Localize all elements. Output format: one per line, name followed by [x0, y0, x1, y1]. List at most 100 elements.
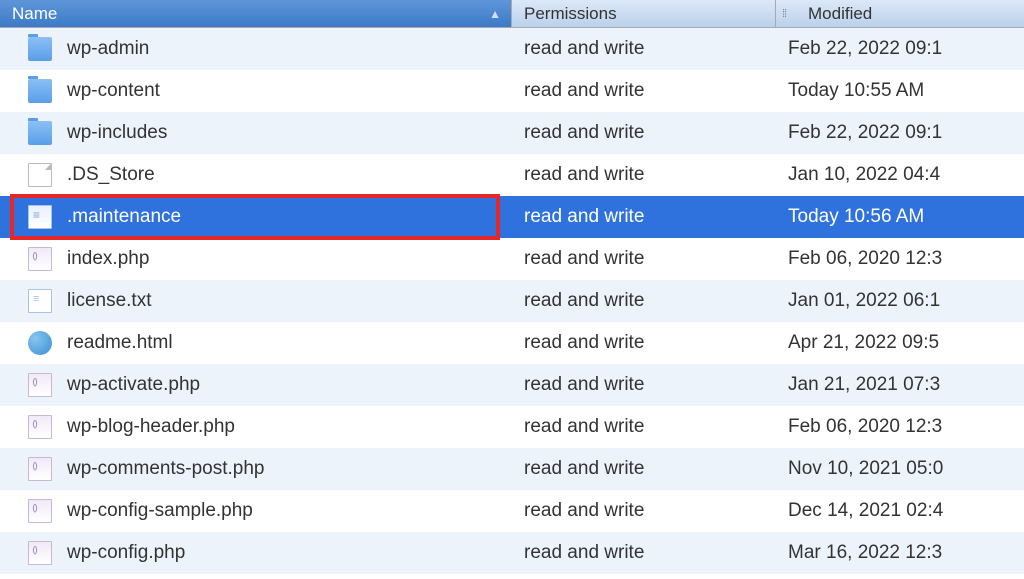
column-grip-icon: ⁞⁞ — [782, 8, 786, 20]
file-modified-cell: Jan 01, 2022 06:1 — [776, 280, 1024, 322]
file-name-label: .maintenance — [67, 206, 181, 228]
file-name-label: wp-config-sample.php — [67, 500, 253, 522]
file-name-cell: wp-activate.php — [0, 364, 512, 406]
file-name-cell: index.php — [0, 238, 512, 280]
file-permissions-cell: read and write — [512, 406, 776, 448]
file-permissions-label: read and write — [524, 248, 644, 270]
file-php-icon — [28, 499, 52, 523]
file-modified-label: Feb 06, 2020 12:3 — [788, 248, 942, 270]
file-name-label: index.php — [67, 248, 149, 270]
file-permissions-cell: read and write — [512, 28, 776, 70]
file-row[interactable]: .maintenance read and write Today 10:56 AM — [0, 196, 1024, 238]
file-row[interactable]: .DS_Store read and write Jan 10, 2022 04:4 — [0, 154, 1024, 196]
file-permissions-cell: read and write — [512, 532, 776, 574]
file-name-label: wp-admin — [67, 38, 149, 60]
folder-icon — [28, 37, 52, 61]
file-modified-label: Jan 10, 2022 04:4 — [788, 164, 940, 186]
file-name-cell: wp-comments-post.php — [0, 448, 512, 490]
file-name-label: wp-comments-post.php — [67, 458, 264, 480]
file-row[interactable]: wp-activate.php read and write Jan 21, 202… — [0, 364, 1024, 406]
file-generic-icon — [28, 163, 52, 187]
file-modified-label: Feb 22, 2022 09:1 — [788, 122, 942, 144]
file-permissions-label: read and write — [524, 164, 644, 186]
file-name-cell: wp-admin — [0, 28, 512, 70]
file-modified-cell: Mar 16, 2022 12:3 — [776, 532, 1024, 574]
column-header-name-label: Name — [12, 4, 57, 24]
file-name-label: license.txt — [67, 290, 151, 312]
file-modified-label: Feb 22, 2022 09:1 — [788, 38, 942, 60]
file-name-label: wp-includes — [67, 122, 167, 144]
file-permissions-label: read and write — [524, 38, 644, 60]
file-permissions-label: read and write — [524, 416, 644, 438]
file-name-cell: wp-includes — [0, 112, 512, 154]
file-name-label: wp-content — [67, 80, 160, 102]
file-permissions-label: read and write — [524, 80, 644, 102]
file-modified-label: Mar 16, 2022 12:3 — [788, 542, 942, 564]
file-row[interactable]: license.txt read and write Jan 01, 2022 06… — [0, 280, 1024, 322]
file-row[interactable]: wp-config-sample.php read and write Dec 14… — [0, 490, 1024, 532]
file-php-icon — [28, 457, 52, 481]
file-name-cell: license.txt — [0, 280, 512, 322]
file-modified-cell: Feb 22, 2022 09:1 — [776, 28, 1024, 70]
file-php-icon — [28, 415, 52, 439]
file-modified-cell: Jan 10, 2022 04:4 — [776, 154, 1024, 196]
file-row[interactable]: wp-includes read and write Feb 22, 2022 09… — [0, 112, 1024, 154]
file-modified-label: Jan 21, 2021 07:3 — [788, 374, 940, 396]
file-permissions-cell: read and write — [512, 322, 776, 364]
file-permissions-label: read and write — [524, 500, 644, 522]
file-php-icon — [28, 247, 52, 271]
folder-icon — [28, 79, 52, 103]
file-permissions-cell: read and write — [512, 70, 776, 112]
file-name-label: .DS_Store — [67, 164, 155, 186]
file-modified-label: Today 10:55 AM — [788, 80, 924, 102]
file-permissions-cell: read and write — [512, 154, 776, 196]
file-permissions-label: read and write — [524, 122, 644, 144]
file-name-cell: .DS_Store — [0, 154, 512, 196]
file-name-cell: readme.html — [0, 322, 512, 364]
file-row[interactable]: wp-config.php read and write Mar 16, 2022 … — [0, 532, 1024, 574]
file-modified-cell: Feb 06, 2020 12:3 — [776, 406, 1024, 448]
file-modified-cell: Feb 22, 2022 09:1 — [776, 112, 1024, 154]
file-modified-cell: Nov 10, 2021 05:0 — [776, 448, 1024, 490]
file-modified-cell: Apr 21, 2022 09:5 — [776, 322, 1024, 364]
file-list: wp-adminread and writeFeb 22, 2022 09:1w… — [0, 28, 1024, 574]
folder-icon — [28, 121, 52, 145]
file-row[interactable]: wp-content read and write Today 10:55 AM — [0, 70, 1024, 112]
file-modified-cell: Feb 06, 2020 12:3 — [776, 238, 1024, 280]
file-permissions-label: read and write — [524, 290, 644, 312]
column-header-permissions[interactable]: Permissions — [512, 0, 776, 27]
file-modified-label: Nov 10, 2021 05:0 — [788, 458, 943, 480]
column-header-permissions-label: Permissions — [524, 4, 617, 24]
file-name-label: wp-activate.php — [67, 374, 200, 396]
file-modified-label: Dec 14, 2021 02:4 — [788, 500, 943, 522]
file-modified-label: Apr 21, 2022 09:5 — [788, 332, 939, 354]
file-modified-label: Today 10:56 AM — [788, 206, 924, 228]
file-permissions-label: read and write — [524, 542, 644, 564]
file-name-cell: wp-content — [0, 70, 512, 112]
file-row[interactable]: readme.html read and write Apr 21, 2022 09… — [0, 322, 1024, 364]
column-headers: Name ▲ Permissions ⁞⁞ Modified — [0, 0, 1024, 28]
file-row[interactable]: wp-blog-header.phpread and writeFeb 06, … — [0, 406, 1024, 448]
file-permissions-cell: read and write — [512, 196, 776, 238]
file-permissions-cell: read and write — [512, 238, 776, 280]
file-permissions-label: read and write — [524, 332, 644, 354]
file-html-icon — [28, 331, 52, 355]
file-permissions-label: read and write — [524, 206, 644, 228]
column-header-modified-label: Modified — [808, 4, 872, 24]
file-permissions-cell: read and write — [512, 364, 776, 406]
file-permissions-label: read and write — [524, 374, 644, 396]
file-name-cell: .maintenance — [0, 196, 512, 238]
file-txt-icon — [28, 289, 52, 313]
column-header-modified[interactable]: ⁞⁞ Modified — [776, 0, 1024, 27]
file-permissions-cell: read and write — [512, 490, 776, 532]
file-name-cell: wp-config.php — [0, 532, 512, 574]
file-row[interactable]: index.php read and write Feb 06, 2020 12:3 — [0, 238, 1024, 280]
file-row[interactable]: wp-admin read and write Feb 22, 2022 09:1 — [0, 28, 1024, 70]
column-header-name[interactable]: Name ▲ — [0, 0, 512, 27]
sort-arrow-icon: ▲ — [489, 7, 501, 21]
file-name-label: readme.html — [67, 332, 173, 354]
file-modified-cell: Today 10:55 AM — [776, 70, 1024, 112]
file-doc-icon — [28, 205, 52, 229]
file-permissions-cell: read and write — [512, 448, 776, 490]
file-row[interactable]: wp-comments-post.php read and write Nov 10… — [0, 448, 1024, 490]
